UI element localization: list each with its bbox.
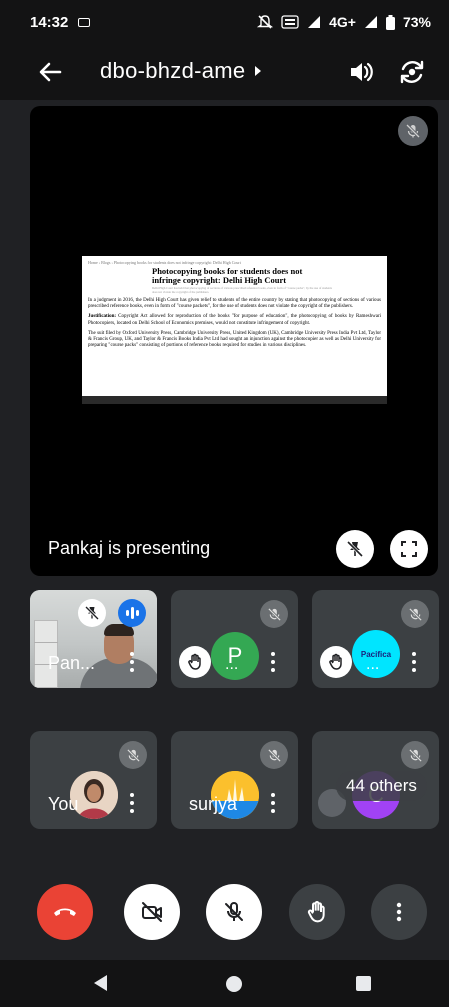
raised-hand-indicator bbox=[320, 646, 352, 678]
participant-name-truncated: ... bbox=[225, 656, 239, 673]
chevron-right-icon bbox=[255, 66, 262, 76]
participant-tile-you[interactable]: You bbox=[30, 731, 157, 829]
raised-hand-icon bbox=[329, 653, 342, 670]
shared-document: Home › Blogs › Photocopying books for st… bbox=[82, 256, 387, 396]
raised-hand-indicator bbox=[179, 646, 211, 678]
doc-breadcrumb: Home › Blogs › Photocopying books for st… bbox=[88, 260, 241, 265]
participant-muted-indicator bbox=[260, 741, 288, 769]
nav-home-icon[interactable] bbox=[226, 976, 242, 992]
participant-muted-indicator bbox=[401, 600, 429, 628]
participant-name: surjya bbox=[189, 794, 238, 814]
battery-percent: 73% bbox=[402, 14, 431, 30]
raise-hand-icon bbox=[307, 901, 325, 923]
mic-off-icon bbox=[225, 902, 243, 921]
status-time: 14:32 bbox=[30, 13, 69, 31]
nav-recents-icon[interactable] bbox=[356, 976, 371, 991]
participant-more-button[interactable] bbox=[270, 793, 276, 813]
pin-off-icon bbox=[84, 605, 100, 621]
participant-tile-surjya[interactable]: surjya bbox=[171, 731, 298, 829]
speaker-icon[interactable] bbox=[347, 58, 375, 86]
call-controls bbox=[0, 874, 449, 954]
screen-cast-icon bbox=[78, 17, 91, 27]
mic-toggle-button[interactable] bbox=[206, 884, 262, 940]
mic-off-icon bbox=[405, 123, 421, 139]
participant-more-button[interactable] bbox=[129, 793, 135, 813]
switch-camera-icon[interactable] bbox=[398, 58, 426, 86]
fullscreen-icon bbox=[401, 541, 417, 557]
network-type: 4G+ bbox=[329, 14, 356, 30]
presenting-label: Pankaj is presenting bbox=[48, 538, 211, 558]
participant-tile-others[interactable]: C 44 others bbox=[312, 731, 439, 829]
participant-tile-3[interactable]: Pacifica ... bbox=[312, 590, 439, 688]
status-bar: 14:32 4G+ 73% bbox=[0, 0, 449, 44]
speaking-indicator bbox=[118, 599, 146, 627]
participant-name: Pan... bbox=[48, 653, 96, 673]
doc-paragraph-3: The suit filed by Oxford University Pres… bbox=[88, 330, 381, 349]
participant-muted-indicator bbox=[401, 741, 429, 769]
participant-tile-pankaj[interactable]: Pan... bbox=[30, 590, 157, 688]
raised-hand-icon bbox=[188, 653, 201, 670]
mic-off-icon bbox=[126, 748, 140, 762]
participant-muted-indicator bbox=[119, 741, 147, 769]
participant-more-button[interactable] bbox=[411, 652, 417, 672]
mic-off-icon bbox=[267, 607, 281, 621]
signal-icon bbox=[308, 16, 321, 28]
pinned-indicator[interactable] bbox=[78, 599, 106, 627]
camera-off-icon bbox=[142, 902, 162, 922]
participant-name-truncated: ... bbox=[366, 656, 380, 673]
doc-bottom-edge bbox=[82, 396, 387, 404]
participant-more-button[interactable] bbox=[129, 652, 135, 672]
doc-justification-text: Copyright Act allowed for reproduction o… bbox=[88, 314, 381, 326]
raise-hand-button[interactable] bbox=[289, 884, 345, 940]
mic-off-icon bbox=[408, 748, 422, 762]
hang-up-icon bbox=[54, 908, 76, 916]
presenter-muted-indicator bbox=[398, 116, 428, 146]
nav-back-icon[interactable] bbox=[94, 975, 107, 991]
meeting-title[interactable]: dbo-bhzd-ame bbox=[100, 58, 263, 84]
battery-icon bbox=[385, 14, 395, 30]
participant-name: You bbox=[48, 794, 79, 814]
doc-paragraph-1: In a judgment in 2016, the Delhi High Co… bbox=[88, 298, 381, 310]
end-call-button[interactable] bbox=[37, 884, 93, 940]
mute-notifications-icon bbox=[257, 15, 274, 29]
meeting-code: dbo-bhzd-ame bbox=[100, 58, 246, 83]
doc-subtitle: Delhi High Court has held that photocopy… bbox=[152, 286, 332, 294]
others-count-pill[interactable]: 44 others bbox=[336, 771, 427, 801]
signal-2-icon bbox=[364, 16, 377, 28]
doc-justification-label: Justification: bbox=[88, 314, 117, 320]
doc-paragraph-2: Justification: Copyright Act allowed for… bbox=[88, 314, 381, 326]
volte-icon bbox=[281, 15, 299, 29]
more-options-button[interactable] bbox=[371, 884, 427, 940]
fullscreen-button[interactable] bbox=[390, 530, 428, 568]
unpin-button[interactable] bbox=[336, 530, 374, 568]
participant-more-button[interactable] bbox=[270, 652, 276, 672]
participant-tile-p[interactable]: P ... bbox=[171, 590, 298, 688]
participant-muted-indicator bbox=[260, 600, 288, 628]
back-arrow-icon[interactable] bbox=[36, 58, 64, 86]
unpin-icon bbox=[346, 540, 364, 558]
meeting-top-bar: dbo-bhzd-ame bbox=[0, 44, 449, 100]
camera-toggle-button[interactable] bbox=[124, 884, 180, 940]
system-nav-bar bbox=[0, 960, 449, 1007]
mic-off-icon bbox=[267, 748, 281, 762]
more-vertical-icon bbox=[396, 902, 402, 922]
mic-off-icon bbox=[408, 607, 422, 621]
doc-title: Photocopying books for students does not… bbox=[152, 266, 303, 285]
presentation-stage[interactable]: Home › Blogs › Photocopying books for st… bbox=[30, 106, 438, 576]
